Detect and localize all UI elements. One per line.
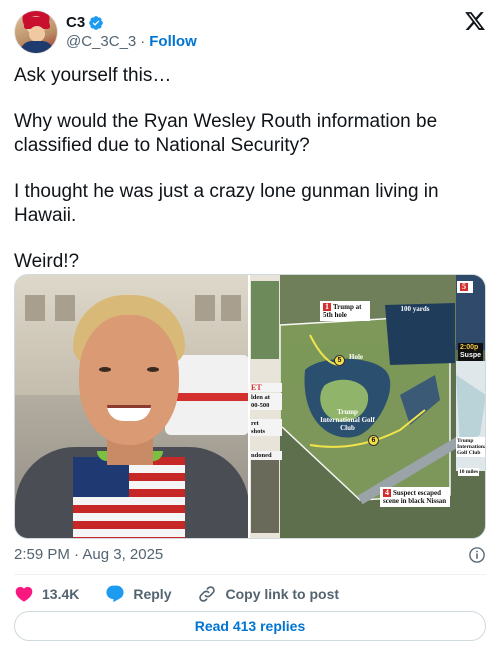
separator: ·: [140, 33, 146, 50]
strip-et: ET: [250, 383, 282, 392]
tweet-media[interactable]: 1 Trump at 5th hole 100 yards Hole Trump …: [14, 274, 486, 539]
strip-text: 00-500: [250, 401, 282, 410]
map-label-number: 4: [383, 488, 391, 497]
tweet-paragraph: Ask yourself this…: [14, 65, 172, 86]
handle-row: @C_3C_3 · Follow: [66, 33, 197, 50]
map-label-number: 5: [460, 282, 468, 291]
background-window: [55, 295, 75, 321]
read-replies-button[interactable]: Read 413 replies: [14, 611, 486, 641]
background-window: [25, 295, 45, 321]
display-name[interactable]: C3: [66, 14, 85, 31]
background-window: [221, 295, 241, 321]
map-label-suspect-escaped: 4 Suspect escaped scene in black Nissan: [380, 487, 450, 507]
action-bar: 13.4K Reply Copy link to post: [14, 582, 339, 606]
heart-icon: [15, 586, 33, 602]
divider: [14, 574, 486, 575]
like-count: 13.4K: [42, 586, 80, 602]
person-face: [79, 315, 179, 445]
info-icon[interactable]: [468, 546, 486, 564]
tweet-paragraph: Why would the Ryan Wesley Routh informat…: [14, 111, 438, 156]
avatar-body: [20, 41, 54, 53]
like-button[interactable]: 13.4K: [14, 584, 79, 604]
person-eye: [147, 367, 159, 372]
reply-bubble-icon: [106, 585, 124, 603]
reply-label: Reply: [133, 586, 172, 602]
tweet-paragraph: I thought he was just a crazy lone gunma…: [14, 181, 439, 226]
handle[interactable]: @C_3C_3: [66, 33, 136, 50]
map-marker-6: 6: [368, 435, 379, 446]
x-logo-icon[interactable]: [464, 10, 486, 32]
follow-button[interactable]: Follow: [149, 33, 197, 50]
verified-badge-icon: [89, 15, 104, 30]
inset-golf-club-label: Trump International Golf Club: [456, 437, 485, 457]
reply-button[interactable]: Reply: [105, 584, 171, 604]
map-label-five: 5: [457, 281, 473, 293]
tweet-header: C3 @C_3C_3 · Follow: [14, 10, 486, 56]
copy-link-button[interactable]: Copy link to post: [197, 584, 339, 604]
photo-map-graphic[interactable]: 1 Trump at 5th hole 100 yards Hole Trump …: [250, 275, 485, 538]
inset-miles-label: 10 miles: [458, 468, 480, 476]
map-label-golf-club: Trump International Golf Club: [320, 408, 375, 432]
photo-portrait[interactable]: [15, 275, 248, 538]
name-row: C3: [66, 14, 104, 31]
time-box: 2:00p Suspe: [458, 343, 484, 361]
map-label-yards: 100 yards: [400, 305, 430, 313]
background-window: [195, 295, 215, 321]
strip-text: ndoned: [250, 451, 282, 460]
link-icon: [199, 586, 216, 602]
map-label-text: Suspect escaped scene in black Nissan: [383, 489, 447, 505]
avatar[interactable]: [14, 10, 58, 54]
tweet-text: Ask yourself this… Why would the Ryan We…: [14, 64, 484, 274]
map-label-hole: Hole: [349, 353, 363, 361]
person-eye: [99, 367, 111, 372]
strip-text: shots: [250, 427, 282, 436]
tweet-timestamp[interactable]: 2:59 PM · Aug 3, 2025: [14, 546, 163, 563]
time-text: 2:00p: [460, 344, 479, 351]
map-label-trump-5th-hole: 1 Trump at 5th hole: [320, 301, 370, 321]
copy-link-label: Copy link to post: [225, 586, 340, 602]
avatar-face: [29, 26, 45, 42]
tweet-paragraph: Weird!?: [14, 251, 80, 272]
map-marker-5: 5: [334, 355, 345, 366]
time-sub: Suspe: [460, 352, 482, 359]
map-label-number: 1: [323, 302, 331, 311]
